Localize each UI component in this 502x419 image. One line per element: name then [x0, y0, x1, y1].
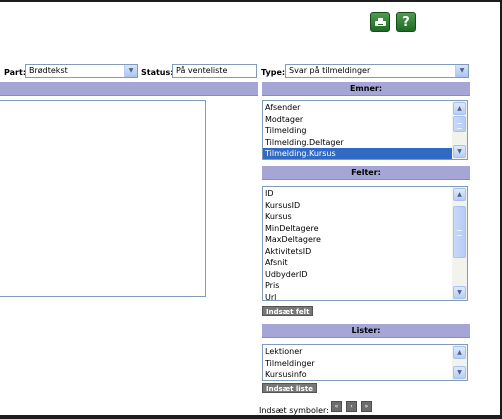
status-label: Status:: [141, 68, 174, 77]
list-item[interactable]: Afsender: [263, 102, 452, 114]
type-select-value: Svar på tilmeldinger: [289, 66, 371, 75]
list-item[interactable]: Lektioner: [263, 346, 452, 358]
part-select-value: Brødtekst: [29, 66, 68, 75]
help-icon: ?: [402, 14, 410, 30]
insert-symbols-label: Indsæt symboler:: [259, 406, 329, 415]
list-item[interactable]: MinDeltagere: [263, 223, 452, 235]
type-select[interactable]: Svar på tilmeldinger ▼: [285, 64, 469, 78]
scroll-thumb[interactable]: [453, 206, 466, 258]
list-item[interactable]: MaxDeltagere: [263, 234, 452, 246]
print-button[interactable]: [370, 12, 390, 32]
list-item[interactable]: Pris: [263, 280, 452, 292]
felter-header: Felter:: [262, 166, 470, 180]
scroll-down-icon[interactable]: ▼: [453, 286, 466, 299]
list-item-selected[interactable]: Tilmelding.Kursus: [263, 148, 452, 159]
lister-header: Lister:: [262, 324, 470, 338]
list-item[interactable]: Modtager: [263, 114, 452, 126]
symbol-button-left-double[interactable]: «: [331, 401, 342, 412]
type-label: Type:: [261, 68, 286, 77]
chevron-down-icon[interactable]: ▼: [455, 65, 468, 77]
emner-list: Afsender Modtager Tilmelding Tilmelding.…: [263, 102, 452, 159]
emner-header: Emner:: [262, 82, 470, 96]
text-editor[interactable]: [0, 100, 206, 297]
felter-listbox[interactable]: ID KursusID Kursus MinDeltagere MaxDelta…: [262, 186, 468, 301]
scroll-up-icon[interactable]: ▲: [453, 102, 466, 115]
editor-header-bar: [0, 82, 258, 96]
list-item[interactable]: Kursusinfo: [263, 369, 452, 380]
part-select[interactable]: Brødtekst ▼: [25, 64, 138, 78]
bottom-border: [0, 415, 500, 417]
status-select-value: På venteliste: [176, 66, 228, 75]
felter-list: ID KursusID Kursus MinDeltagere MaxDelta…: [263, 188, 452, 301]
lister-list: Lektioner Tilmeldinger Kursusinfo: [263, 346, 452, 380]
part-label: Part:: [4, 68, 27, 77]
list-item[interactable]: AktivitetsID: [263, 246, 452, 258]
printer-icon: [374, 17, 386, 27]
scroll-down-icon[interactable]: ▼: [453, 366, 466, 379]
symbol-button-left[interactable]: ‹: [346, 401, 357, 412]
chevron-down-icon[interactable]: ▼: [124, 65, 137, 77]
insert-list-button[interactable]: Indsæt liste: [262, 383, 317, 393]
emner-scrollbar[interactable]: ▲ ▼: [452, 101, 467, 159]
symbol-button-right-double[interactable]: »: [361, 401, 372, 412]
list-item[interactable]: UdbyderID: [263, 269, 452, 281]
insert-field-button[interactable]: Indsæt felt: [262, 306, 314, 316]
scroll-down-icon[interactable]: ▼: [453, 145, 466, 158]
lister-scrollbar[interactable]: ▲ ▼: [452, 345, 467, 380]
application-frame: ? Part: Brødtekst ▼ Status: På ventelist…: [0, 0, 502, 419]
status-select[interactable]: På venteliste: [172, 64, 257, 78]
help-button[interactable]: ?: [396, 12, 416, 32]
lister-listbox[interactable]: Lektioner Tilmeldinger Kursusinfo ▲ ▼: [262, 344, 468, 381]
scroll-up-icon[interactable]: ▲: [453, 188, 466, 201]
list-item[interactable]: Tilmelding.Deltager: [263, 137, 452, 149]
emner-listbox[interactable]: Afsender Modtager Tilmelding Tilmelding.…: [262, 100, 468, 160]
list-item[interactable]: Tilmelding: [263, 125, 452, 137]
list-item[interactable]: Kursus: [263, 211, 452, 223]
list-item[interactable]: KursusID: [263, 200, 452, 212]
scroll-thumb[interactable]: [453, 116, 466, 132]
list-item[interactable]: Afsnit: [263, 257, 452, 269]
list-item[interactable]: Url: [263, 292, 452, 301]
list-item[interactable]: ID: [263, 188, 452, 200]
felter-scrollbar[interactable]: ▲ ▼: [452, 187, 467, 300]
scroll-up-icon[interactable]: ▲: [453, 346, 466, 359]
list-item[interactable]: Tilmeldinger: [263, 358, 452, 370]
